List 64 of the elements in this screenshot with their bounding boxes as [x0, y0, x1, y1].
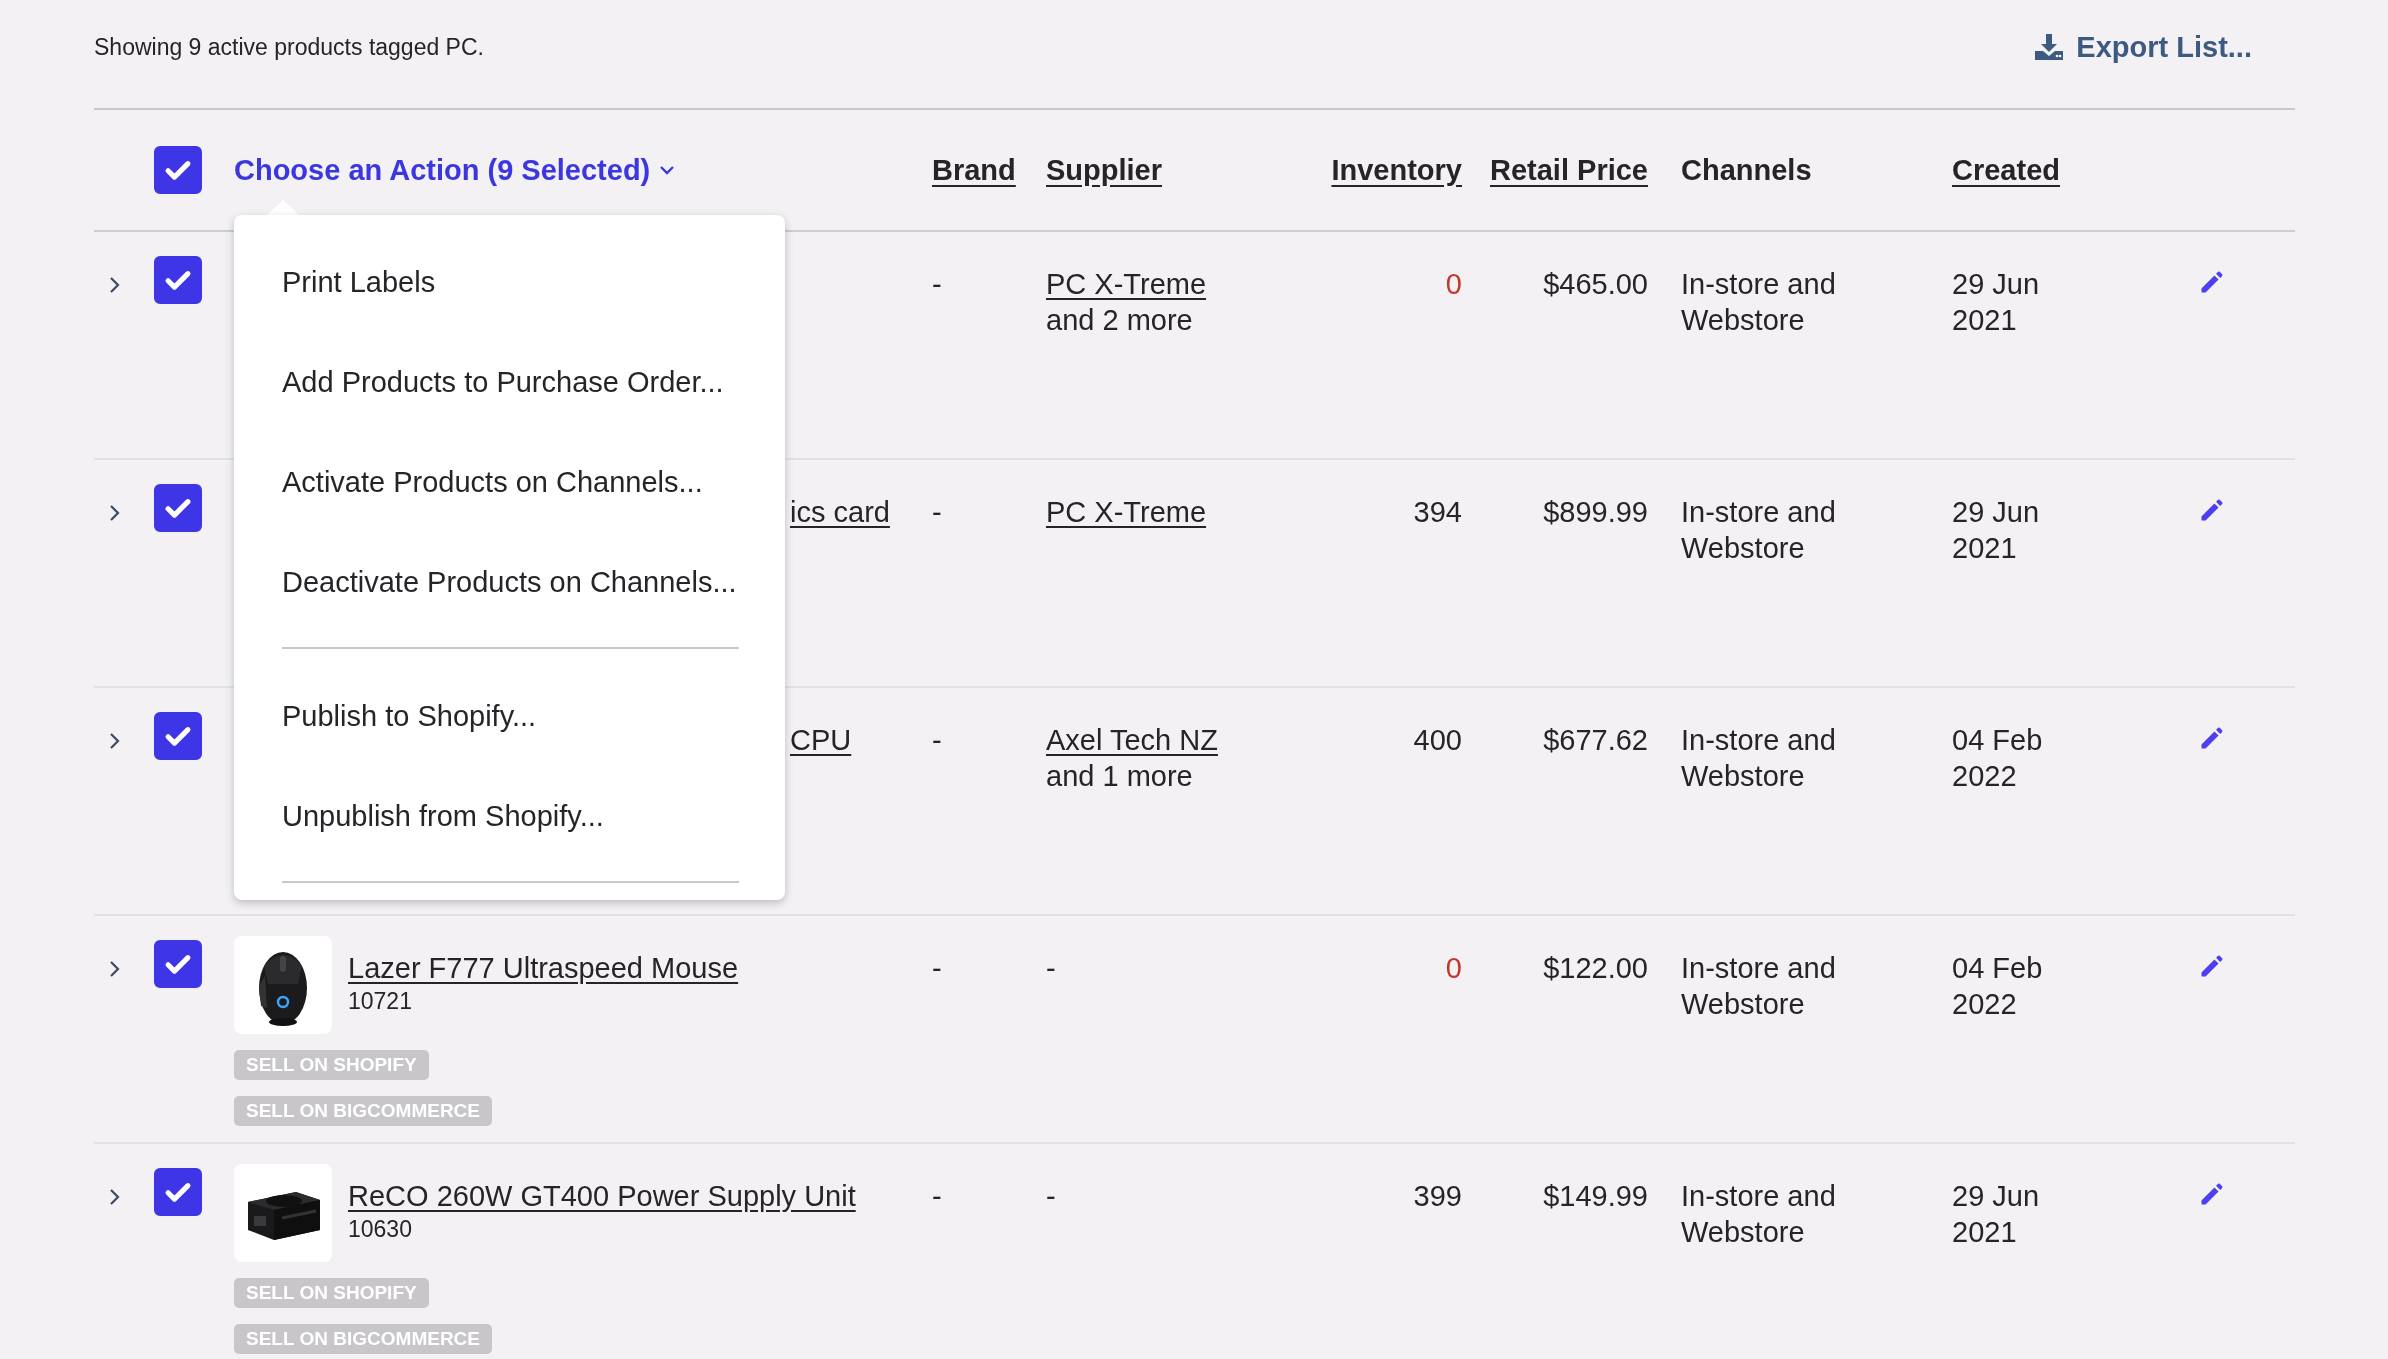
supplier-link[interactable]: Axel Tech NZ	[1046, 722, 1218, 758]
channels-text: In-store and Webstore	[1681, 1179, 1837, 1250]
price-text: $149.99	[1543, 1180, 1648, 1212]
created-date: 04 Feb 2022	[1952, 723, 2044, 794]
export-button[interactable]: Export List...	[2034, 30, 2252, 64]
brand-text: -	[932, 724, 942, 756]
inventory-count: 399	[1413, 1180, 1462, 1212]
created-date: 29 Jun 2021	[1952, 1179, 2041, 1250]
download-icon	[2034, 33, 2065, 61]
checkbox[interactable]	[154, 146, 202, 194]
checkbox[interactable]	[154, 940, 202, 988]
product-name-link[interactable]: Lazer F777 Ultraspeed Mouse	[348, 950, 739, 986]
inventory-count: 400	[1413, 724, 1462, 756]
created-date: 04 Feb 2022	[1952, 951, 2044, 1022]
price-text: $899.99	[1543, 496, 1648, 528]
menu-item[interactable]: Unpublish from Shopify...	[234, 766, 785, 866]
price-text: $677.62	[1543, 724, 1648, 756]
brand-text: -	[932, 1180, 942, 1212]
checkbox[interactable]	[154, 712, 202, 760]
column-header[interactable]: Created	[1952, 153, 2060, 186]
supplier-link[interactable]: PC X-Treme	[1046, 266, 1207, 302]
more-suppliers-text: and 2 more	[1046, 303, 1193, 338]
channel-tag: SELL ON SHOPIFY	[234, 1050, 429, 1080]
menu-item[interactable]: Add Products to Purchase Order...	[234, 332, 785, 432]
price-text: $122.00	[1543, 952, 1648, 984]
checkbox[interactable]	[154, 484, 202, 532]
menu-item[interactable]: Publish to Shopify...	[234, 666, 785, 766]
checkbox[interactable]	[154, 1168, 202, 1216]
channels-text: In-store and Webstore	[1681, 267, 1837, 338]
column-header[interactable]: Brand	[932, 153, 1016, 186]
brand-text: -	[932, 496, 942, 528]
column-header[interactable]: Retail Price	[1490, 153, 1648, 186]
brand-text: -	[932, 952, 942, 984]
channel-tag: SELL ON BIGCOMMERCE	[234, 1096, 492, 1126]
inventory-count: 0	[1445, 268, 1462, 300]
supplier-link[interactable]: PC X-Treme	[1046, 494, 1207, 530]
menu-item[interactable]: Print Labels	[234, 232, 785, 332]
product-name-link[interactable]: ics card	[790, 496, 890, 528]
column-header[interactable]: Supplier	[1046, 153, 1162, 186]
sku-text: 10630	[348, 1215, 413, 1244]
more-suppliers-text: and 1 more	[1046, 759, 1193, 794]
product-name-link[interactable]: ReCO 260W GT400 Power Supply Unit	[348, 1178, 856, 1214]
inventory-count: 0	[1445, 952, 1462, 984]
supplier-text: -	[1046, 951, 1056, 986]
channels-text: In-store and Webstore	[1681, 723, 1837, 794]
channel-tag: SELL ON BIGCOMMERCE	[234, 1324, 492, 1354]
product-name-link[interactable]: CPU	[790, 724, 852, 756]
supplier-text: -	[1046, 1179, 1056, 1214]
channels-text: In-store and Webstore	[1681, 951, 1837, 1022]
sku-text: 10721	[348, 987, 413, 1016]
channel-tag: SELL ON SHOPIFY	[234, 1278, 429, 1308]
created-date: 29 Jun 2021	[1952, 495, 2041, 566]
brand-text: -	[932, 268, 942, 300]
checkbox[interactable]	[154, 256, 202, 304]
menu-item[interactable]: Deactivate Products on Channels...	[234, 532, 785, 632]
channels-text: In-store and Webstore	[1681, 495, 1837, 566]
price-text: $465.00	[1543, 268, 1648, 300]
action-dropdown[interactable]: Choose an Action (9 Selected)	[234, 153, 677, 187]
column-header: Channels	[1681, 153, 1812, 186]
menu-item[interactable]: Activate Products on Channels...	[234, 432, 785, 532]
summary-text: Showing 9 active products tagged PC.	[94, 33, 484, 61]
inventory-count: 394	[1413, 496, 1462, 528]
created-date: 29 Jun 2021	[1952, 267, 2041, 338]
column-header[interactable]: Inventory	[1331, 153, 1462, 186]
